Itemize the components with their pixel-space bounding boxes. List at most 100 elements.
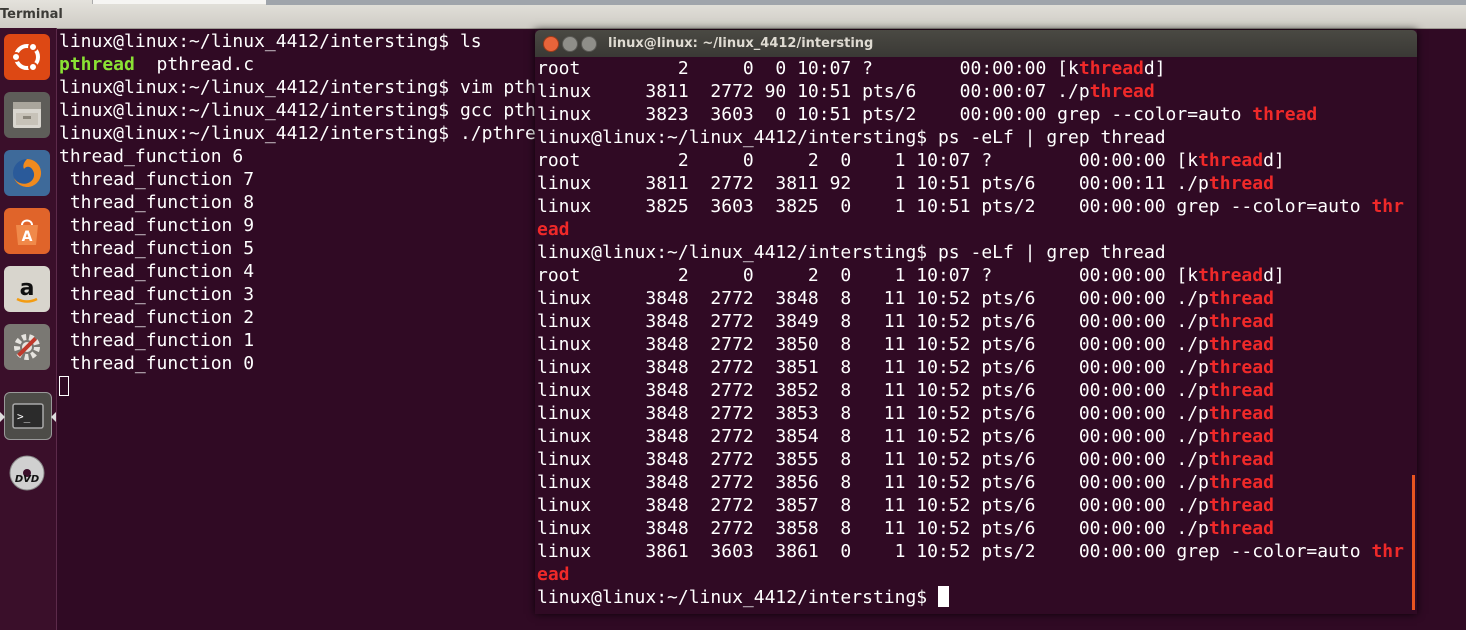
scrollbar-indicator[interactable] xyxy=(1412,475,1415,610)
terminal-text: thr xyxy=(1371,541,1404,562)
terminal-text: thread xyxy=(1208,334,1274,355)
svg-text:A: A xyxy=(22,229,33,245)
amazon-icon[interactable]: a xyxy=(4,266,50,312)
terminal-text: thread xyxy=(1208,426,1274,447)
terminal-text: linux 3848 2772 3850 8 11 10:52 pts/6 00… xyxy=(537,334,1209,355)
background-terminal[interactable]: linux@linux:~/linux_4412/intersting$ ls p… xyxy=(59,30,559,398)
terminal-icon[interactable]: >_ xyxy=(4,392,52,440)
terminal-line: linux@linux:~/linux_4412/intersting$ ps … xyxy=(537,241,1415,264)
maximize-button[interactable] xyxy=(581,36,597,52)
terminal-text: linux@linux:~/linux_4412/intersting$ ps … xyxy=(537,127,1166,148)
terminal-line: thread_function 9 xyxy=(59,214,559,237)
terminal-line: thread_function 5 xyxy=(59,237,559,260)
terminal-line: thread_function 6 xyxy=(59,145,559,168)
software-center-icon[interactable]: A xyxy=(4,208,50,254)
terminal-text: thread xyxy=(1208,403,1274,424)
terminal-line: linux@linux:~/linux_4412/intersting$ gcc… xyxy=(59,99,559,122)
text-cursor xyxy=(937,586,949,607)
svg-text:>_: >_ xyxy=(17,410,31,423)
terminal-text: pthread.c xyxy=(134,54,255,75)
terminal-text: thread xyxy=(1208,472,1274,493)
terminal-text: pthread xyxy=(59,54,135,75)
terminal-line: thread_function 4 xyxy=(59,260,559,283)
terminal-text: ead xyxy=(537,564,570,585)
terminal-line: linux 3825 3603 3825 0 1 10:51 pts/2 00:… xyxy=(537,195,1415,218)
terminal-line: linux 3848 2772 3850 8 11 10:52 pts/6 00… xyxy=(537,333,1415,356)
terminal-text: root 2 0 2 0 1 10:07 ? 00:00:00 [k xyxy=(537,150,1199,171)
terminal-line: linux 3848 2772 3854 8 11 10:52 pts/6 00… xyxy=(537,425,1415,448)
terminal-line: thread_function 8 xyxy=(59,191,559,214)
terminal-text: linux 3848 2772 3857 8 11 10:52 pts/6 00… xyxy=(537,495,1209,516)
terminal-line: linux 3848 2772 3852 8 11 10:52 pts/6 00… xyxy=(537,379,1415,402)
terminal-text: thread xyxy=(1208,357,1274,378)
focus-indicator-icon xyxy=(51,412,56,422)
terminal-line: linux 3823 3603 0 10:51 pts/2 00:00:00 g… xyxy=(537,103,1415,126)
terminal-text: linux 3848 2772 3852 8 11 10:52 pts/6 00… xyxy=(537,380,1209,401)
terminal-line: linux@linux:~/linux_4412/intersting$ ./p… xyxy=(59,122,559,145)
top-menu-bar: Terminal xyxy=(0,0,1466,29)
terminal-text: thread_function 3 xyxy=(59,284,255,305)
terminal-line: linux 3848 2772 3853 8 11 10:52 pts/6 00… xyxy=(537,402,1415,425)
terminal-text: linux 3848 2772 3855 8 11 10:52 pts/6 00… xyxy=(537,449,1209,470)
terminal-line: thread_function 7 xyxy=(59,168,559,191)
window-title: linux@linux: ~/linux_4412/intersting xyxy=(608,36,874,51)
terminal-line: root 2 0 2 0 1 10:07 ? 00:00:00 [kthread… xyxy=(537,149,1415,172)
terminal-text: thread xyxy=(1208,311,1274,332)
terminal-line: linux 3848 2772 3851 8 11 10:52 pts/6 00… xyxy=(537,356,1415,379)
terminal-text: linux 3848 2772 3853 8 11 10:52 pts/6 00… xyxy=(537,403,1209,424)
system-settings-icon[interactable] xyxy=(4,324,50,370)
terminal-line: thread_function 0 xyxy=(59,352,559,375)
foreground-terminal-window[interactable]: linux@linux: ~/linux_4412/intersting roo… xyxy=(535,30,1417,614)
terminal-text: thread_function 0 xyxy=(59,353,255,374)
terminal-text: linux 3861 3603 3861 0 1 10:52 pts/2 00:… xyxy=(537,541,1372,562)
terminal-text: thread xyxy=(1208,495,1274,516)
terminal-line: linux@linux:~/linux_4412/intersting$ vim… xyxy=(59,76,559,99)
terminal-output[interactable]: root 2 0 0 10:07 ? 00:00:00 [kthreadd] li… xyxy=(537,57,1415,609)
terminal-text: thread xyxy=(1208,173,1274,194)
terminal-text: thread_function 4 xyxy=(59,261,255,282)
firefox-icon[interactable] xyxy=(4,150,50,196)
terminal-text: thread xyxy=(1208,449,1274,470)
terminal-text: thread_function 2 xyxy=(59,307,255,328)
terminal-line: thread_function 2 xyxy=(59,306,559,329)
text-cursor xyxy=(59,376,69,396)
terminal-text: thread_function 6 xyxy=(59,146,244,167)
window-titlebar[interactable]: linux@linux: ~/linux_4412/intersting xyxy=(535,30,1417,57)
svg-text:a: a xyxy=(20,276,35,301)
terminal-text: thread_function 9 xyxy=(59,215,255,236)
dvd-icon[interactable]: DVD xyxy=(4,450,50,496)
close-button[interactable] xyxy=(543,36,559,52)
terminal-line: linux 3848 2772 3856 8 11 10:52 pts/6 00… xyxy=(537,471,1415,494)
terminal-text: ead xyxy=(537,219,570,240)
terminal-text: linux 3848 2772 3848 8 11 10:52 pts/6 00… xyxy=(537,288,1209,309)
terminal-line: ead xyxy=(537,563,1415,586)
top-panel-strip xyxy=(92,0,268,4)
files-icon[interactable] xyxy=(4,92,50,138)
terminal-text: thread xyxy=(1208,288,1274,309)
terminal-line: linux 3848 2772 3848 8 11 10:52 pts/6 00… xyxy=(537,287,1415,310)
terminal-text: thread_function 7 xyxy=(59,169,255,190)
terminal-text: linux@linux:~/linux_4412/intersting$ ./p… xyxy=(59,123,536,144)
terminal-text: linux 3848 2772 3856 8 11 10:52 pts/6 00… xyxy=(537,472,1209,493)
terminal-text: d] xyxy=(1263,150,1285,171)
terminal-text: thread xyxy=(1078,58,1144,79)
terminal-text: thread_function 8 xyxy=(59,192,255,213)
terminal-text: linux@linux:~/linux_4412/intersting$ ps … xyxy=(537,242,1166,263)
running-indicator-icon xyxy=(0,412,5,422)
terminal-line: root 2 0 0 10:07 ? 00:00:00 [kthreadd] xyxy=(537,57,1415,80)
svg-text:DVD: DVD xyxy=(15,474,39,485)
terminal-text: thr xyxy=(1371,196,1404,217)
unity-launcher: A a >_ DVD xyxy=(0,28,57,630)
terminal-text: thread_function 1 xyxy=(59,330,255,351)
terminal-line: linux 3811 2772 3811 92 1 10:51 pts/6 00… xyxy=(537,172,1415,195)
terminal-text: linux@linux:~/linux_4412/intersting$ gcc… xyxy=(59,100,536,121)
terminal-line: linux 3848 2772 3857 8 11 10:52 pts/6 00… xyxy=(537,494,1415,517)
terminal-text: thread xyxy=(1089,81,1155,102)
ubuntu-dash-icon[interactable] xyxy=(4,34,50,80)
terminal-line: thread_function 3 xyxy=(59,283,559,306)
terminal-line: linux 3861 3603 3861 0 1 10:52 pts/2 00:… xyxy=(537,540,1415,563)
minimize-button[interactable] xyxy=(562,36,578,52)
terminal-text: thread xyxy=(1208,380,1274,401)
terminal-text: linux 3848 2772 3854 8 11 10:52 pts/6 00… xyxy=(537,426,1209,447)
terminal-text: linux 3811 2772 90 10:51 pts/6 00:00:07 … xyxy=(537,81,1090,102)
